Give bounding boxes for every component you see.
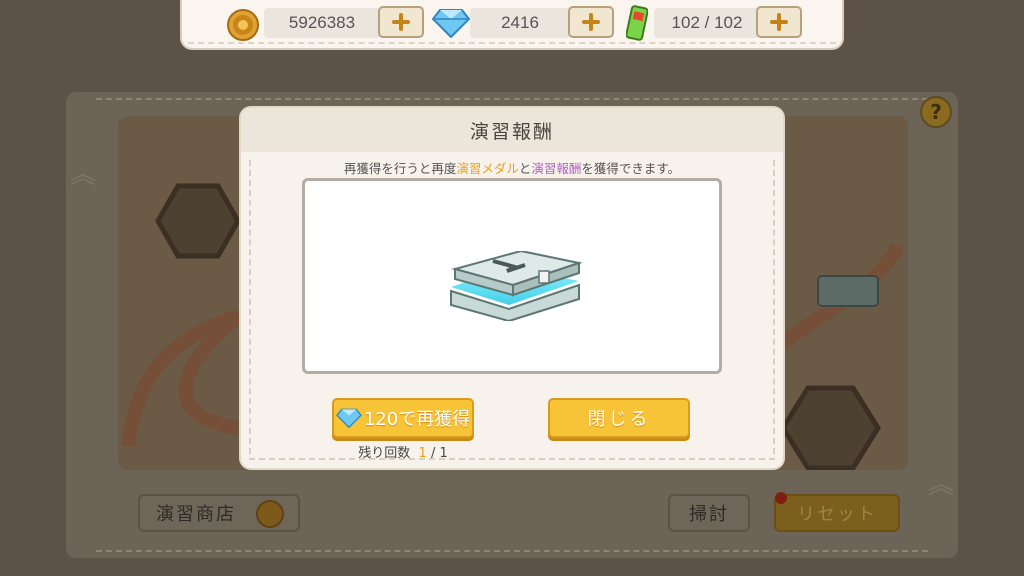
desc-suffix: を獲得できます。 bbox=[581, 161, 681, 176]
add-stamina-button[interactable] bbox=[756, 6, 802, 38]
reward-dialog: 演習報酬 再獲得を行うと再度演習メダルと演習報酬を獲得できます。 120で再獲得… bbox=[241, 108, 783, 468]
dialog-title: 演習報酬 bbox=[469, 120, 554, 143]
exercise-shop-label: 演習商店 bbox=[156, 504, 236, 525]
add-coins-button[interactable] bbox=[378, 6, 424, 38]
map-node-left bbox=[155, 183, 241, 259]
dialog-header: 演習報酬 bbox=[241, 108, 783, 152]
plus-icon bbox=[770, 13, 788, 31]
desc-reward: 演習報酬 bbox=[531, 161, 582, 176]
currency-bar-border bbox=[188, 42, 836, 44]
gem-icon bbox=[432, 9, 470, 38]
map-node-right bbox=[780, 385, 881, 470]
desc-medal: 演習メダル bbox=[456, 161, 519, 176]
gem-amount: 2416 bbox=[470, 8, 570, 38]
add-gems-button[interactable] bbox=[568, 6, 614, 38]
help-icon: ? bbox=[930, 100, 942, 124]
sweep-button[interactable]: 掃討 bbox=[668, 494, 750, 532]
scroll-up-left-icon: ︽ bbox=[70, 160, 97, 190]
notification-dot bbox=[775, 492, 787, 504]
desc-prefix: 再獲得を行うと再度 bbox=[343, 161, 457, 176]
remaining-current: 1 bbox=[418, 446, 427, 461]
stamina-icon bbox=[626, 5, 648, 41]
remaining-label: 残り回数 bbox=[358, 446, 411, 461]
desc-mid: と bbox=[518, 161, 532, 176]
gem-icon bbox=[335, 408, 362, 428]
exercise-shop-button[interactable]: 演習商店 bbox=[138, 494, 300, 532]
dialog-border-left bbox=[249, 160, 251, 454]
close-label: 閉じる bbox=[587, 409, 651, 430]
reacquire-label: 120で再獲得 bbox=[363, 409, 471, 430]
reward-preview bbox=[302, 178, 722, 374]
reset-button[interactable]: リセット bbox=[774, 494, 900, 532]
scroll-up-right-icon: ︽ bbox=[928, 470, 955, 500]
reacquire-button[interactable]: 120で再獲得 bbox=[332, 398, 474, 438]
dialog-description: 再獲得を行うと再度演習メダルと演習報酬を獲得できます。 bbox=[241, 158, 783, 177]
help-button[interactable]: ? bbox=[920, 96, 952, 128]
plus-icon bbox=[582, 13, 600, 31]
remaining-count: 残り回数 1 / 1 bbox=[332, 442, 474, 461]
remaining-total: / 1 bbox=[430, 446, 448, 461]
plus-icon bbox=[392, 13, 410, 31]
dialog-border-right bbox=[773, 160, 775, 454]
stamina-amount: 102 / 102 bbox=[654, 8, 760, 38]
medal-stack-icon bbox=[256, 500, 284, 528]
reset-label: リセット bbox=[797, 504, 877, 525]
currency-bar: 5926383 2416 102 / 102 bbox=[180, 0, 844, 50]
dialog-border-bottom bbox=[249, 458, 775, 460]
coin-amount: 5926383 bbox=[264, 8, 380, 38]
close-button[interactable]: 閉じる bbox=[548, 398, 690, 438]
coin-icon bbox=[227, 9, 259, 41]
sweep-label: 掃討 bbox=[689, 504, 729, 525]
treasure-chest-icon bbox=[450, 251, 583, 321]
map-chest bbox=[817, 275, 879, 307]
